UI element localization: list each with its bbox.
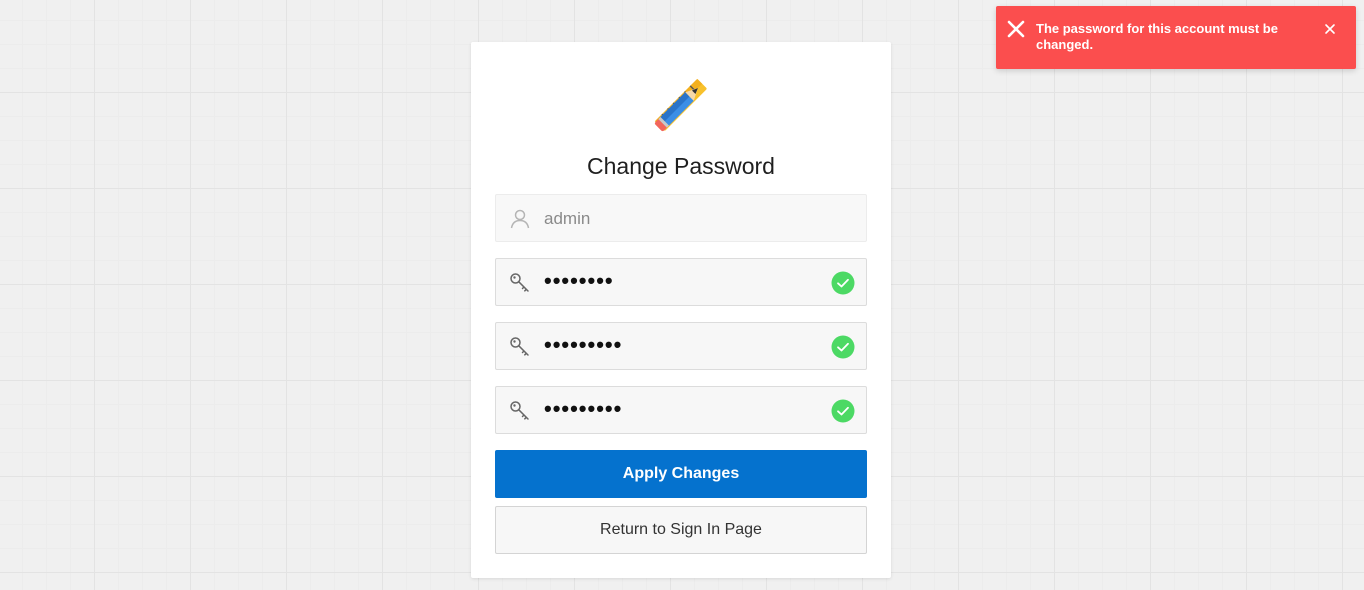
check-circle-icon — [831, 271, 855, 295]
confirm-password-value: ••••••••• — [544, 396, 623, 421]
user-icon — [510, 209, 530, 229]
apply-changes-button[interactable]: Apply Changes — [495, 450, 867, 498]
new-password-value: ••••••••• — [544, 332, 623, 357]
confirm-password-field[interactable]: ••••••••• — [495, 386, 867, 434]
key-icon — [510, 273, 529, 292]
close-icon[interactable] — [1324, 23, 1336, 35]
pencil-ruler-icon — [654, 78, 707, 132]
new-password-field[interactable]: ••••••••• — [495, 322, 867, 370]
change-password-card: Change Password admin •••••••• ••••••••• — [471, 42, 891, 578]
username-value: admin — [544, 209, 591, 228]
check-circle-icon — [831, 335, 855, 359]
return-to-sign-in-button[interactable]: Return to Sign In Page — [495, 506, 867, 554]
key-icon — [510, 401, 529, 420]
error-x-icon — [1007, 20, 1025, 38]
page-title: Change Password — [587, 153, 775, 179]
current-password-field[interactable]: •••••••• — [495, 258, 867, 306]
error-notification: The password for this account must be ch… — [996, 6, 1356, 69]
current-password-value: •••••••• — [544, 268, 614, 293]
notification-message: The password for this account must be ch… — [1036, 21, 1278, 52]
key-icon — [510, 337, 529, 356]
check-circle-icon — [831, 399, 855, 423]
username-field[interactable]: admin — [495, 194, 867, 242]
